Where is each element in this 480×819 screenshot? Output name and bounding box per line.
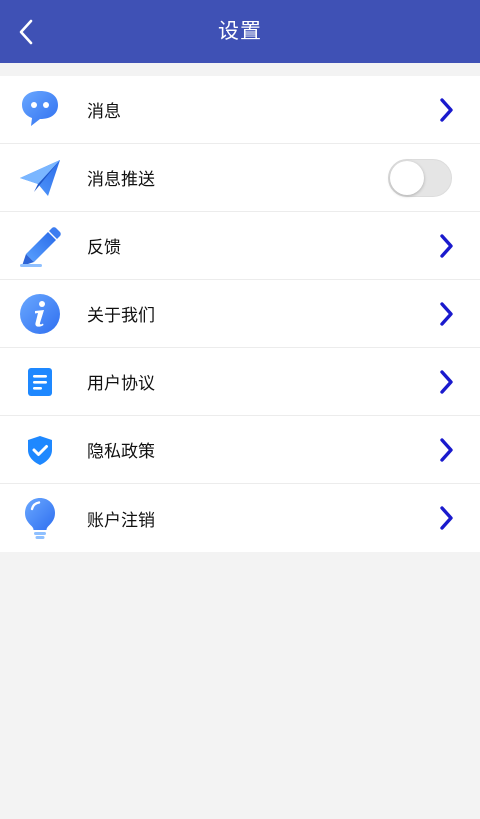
chevron-right-icon: [436, 232, 456, 260]
chevron-right-icon: [436, 504, 456, 532]
chevron-right-icon: [436, 300, 456, 328]
settings-item-label: 隐私政策: [87, 442, 155, 462]
pencil-icon: [18, 224, 62, 268]
settings-item-feedback[interactable]: 反馈: [0, 212, 480, 280]
chevron-right-icon: [436, 96, 456, 124]
chevron-right-icon: [436, 436, 456, 464]
settings-item-label: 用户协议: [87, 374, 155, 394]
settings-item-label: 关于我们: [87, 306, 155, 326]
settings-item-user-agreement[interactable]: 用户协议: [0, 348, 480, 416]
settings-item-label: 消息推送: [87, 170, 155, 190]
settings-item-label: 消息: [87, 102, 121, 122]
info-icon: [18, 292, 62, 336]
settings-item-messages[interactable]: 消息: [0, 76, 480, 144]
chevron-right-icon: [436, 368, 456, 396]
toggle-knob: [390, 160, 424, 195]
page-title: 设置: [218, 19, 262, 43]
paper-plane-icon: [18, 156, 62, 200]
top-app-bar: 设置: [0, 0, 480, 63]
settings-item-account-deletion[interactable]: 账户注销: [0, 484, 480, 552]
settings-item-label: 反馈: [87, 238, 121, 258]
document-icon: [18, 360, 62, 404]
lightbulb-icon: [18, 496, 62, 540]
settings-item-about[interactable]: 关于我们: [0, 280, 480, 348]
push-toggle[interactable]: [388, 158, 452, 197]
settings-item-privacy-policy[interactable]: 隐私政策: [0, 416, 480, 484]
shield-check-icon: [18, 428, 62, 472]
settings-list: 消息 消息推送 反馈 关于我们 用户协议 隐私政策 账户注销: [0, 76, 480, 552]
chat-bubble-icon: [18, 88, 62, 132]
settings-item-push: 消息推送: [0, 144, 480, 212]
settings-item-label: 账户注销: [87, 510, 155, 531]
